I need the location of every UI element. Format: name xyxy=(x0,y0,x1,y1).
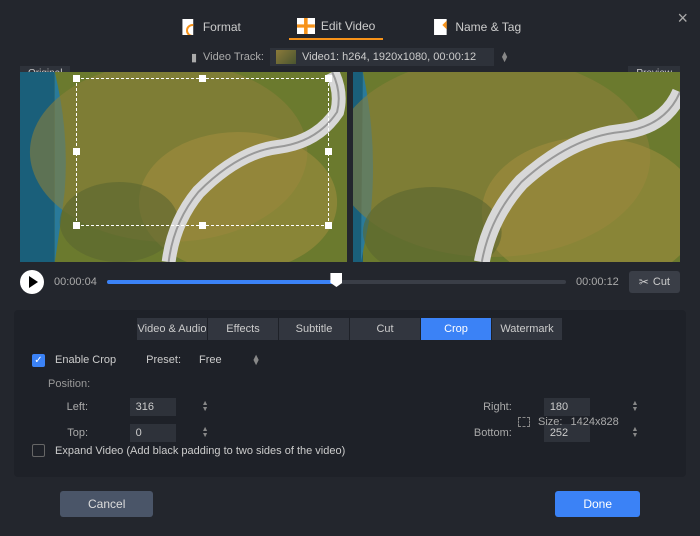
crop-handle-bl[interactable] xyxy=(73,222,80,229)
left-label: Left: xyxy=(48,401,88,413)
preset-label: Preset: xyxy=(146,354,181,366)
tab-name-tag[interactable]: Name & Tag xyxy=(423,14,529,40)
right-label: Right: xyxy=(472,401,512,413)
expand-video-label: Expand Video (Add black padding to two s… xyxy=(55,445,345,457)
select-arrows-icon: ▲▼ xyxy=(252,355,261,365)
preview-row: Original Preview xyxy=(0,72,700,262)
top-tabs: Format Edit Video Name & Tag xyxy=(0,0,700,48)
tab-format-label: Format xyxy=(203,20,241,34)
tab-edit-video[interactable]: Edit Video xyxy=(289,14,384,40)
original-video-pane xyxy=(20,72,347,262)
size-icon xyxy=(518,417,530,427)
preview-frame xyxy=(353,72,680,262)
cut-button[interactable]: ✂ Cut xyxy=(629,271,680,293)
close-icon[interactable]: × xyxy=(677,8,688,29)
name-tag-icon xyxy=(431,19,449,35)
crop-handle-tm[interactable] xyxy=(199,75,206,82)
cancel-button[interactable]: Cancel xyxy=(60,491,153,517)
video-track-thumb xyxy=(276,50,296,64)
right-spinner[interactable]: ▲▼ xyxy=(631,401,668,413)
enable-crop-label: Enable Crop xyxy=(55,354,116,366)
top-input[interactable] xyxy=(130,424,176,442)
sub-tab-video-audio[interactable]: Video & Audio xyxy=(137,318,208,340)
timeline-fill xyxy=(107,280,337,284)
duration: 00:00:12 xyxy=(576,276,619,288)
play-button[interactable] xyxy=(20,270,44,294)
edit-video-icon xyxy=(297,18,315,34)
left-input[interactable] xyxy=(130,398,176,416)
bottom-label: Bottom: xyxy=(472,427,512,439)
timeline-handle[interactable] xyxy=(330,273,342,287)
select-arrows-icon[interactable]: ▲▼ xyxy=(500,52,509,62)
sub-tab-crop[interactable]: Crop xyxy=(421,318,492,340)
video-track-value: Video1: h264, 1920x1080, 00:00:12 xyxy=(302,51,476,63)
top-spinner[interactable]: ▲▼ xyxy=(202,427,239,439)
sub-tab-cut[interactable]: Cut xyxy=(350,318,421,340)
video-track-label: Video Track: xyxy=(203,51,264,63)
timeline-slider[interactable] xyxy=(107,280,566,284)
crop-handle-ml[interactable] xyxy=(73,148,80,155)
enable-crop-checkbox[interactable]: ✓ xyxy=(32,354,45,367)
play-icon xyxy=(29,276,38,288)
scissors-icon: ✂ xyxy=(639,275,649,289)
preset-value: Free xyxy=(199,354,222,366)
top-label: Top: xyxy=(48,427,88,439)
crop-handle-bm[interactable] xyxy=(199,222,206,229)
tab-name-label: Name & Tag xyxy=(455,20,521,34)
expand-video-checkbox[interactable] xyxy=(32,444,45,457)
bottom-spinner[interactable]: ▲▼ xyxy=(631,427,668,439)
size-label: Size: xyxy=(538,416,562,428)
video-track-select[interactable]: Video1: h264, 1920x1080, 00:00:12 xyxy=(270,48,494,66)
crop-handle-tr[interactable] xyxy=(325,75,332,82)
edit-video-dialog: × Format Edit Video Name & Tag ▮ Video T… xyxy=(0,0,700,536)
tab-format[interactable]: Format xyxy=(171,14,249,40)
cut-label: Cut xyxy=(653,276,670,288)
format-icon xyxy=(179,19,197,35)
crop-handle-br[interactable] xyxy=(325,222,332,229)
sub-tab-subtitle[interactable]: Subtitle xyxy=(279,318,350,340)
crop-handle-tl[interactable] xyxy=(73,75,80,82)
sub-tab-effects[interactable]: Effects xyxy=(208,318,279,340)
crop-selection[interactable] xyxy=(76,78,329,226)
position-label: Position: xyxy=(48,378,668,390)
done-button[interactable]: Done xyxy=(555,491,640,517)
footer: Cancel Done xyxy=(0,477,700,517)
position-block: Position: Left: ▲▼ Right: ▲▼ Top: ▲▼ Bot… xyxy=(32,378,668,454)
sub-tabs: Video & Audio Effects Subtitle Cut Crop … xyxy=(14,310,686,340)
sub-tab-watermark[interactable]: Watermark xyxy=(492,318,563,340)
tab-edit-label: Edit Video xyxy=(321,19,376,33)
preview-video-pane xyxy=(353,72,680,262)
film-icon: ▮ xyxy=(191,51,197,64)
right-input[interactable] xyxy=(544,398,590,416)
size-value: 1424x828 xyxy=(570,416,618,428)
player-bar: 00:00:04 00:00:12 ✂ Cut xyxy=(0,262,700,306)
left-spinner[interactable]: ▲▼ xyxy=(202,401,239,413)
video-track-bar: ▮ Video Track: Video1: h264, 1920x1080, … xyxy=(0,48,700,72)
crop-handle-mr[interactable] xyxy=(325,148,332,155)
preset-select[interactable]: Free ▲▼ xyxy=(191,352,269,368)
crop-settings: ✓ Enable Crop Preset: Free ▲▼ Position: … xyxy=(14,340,686,457)
settings-panel: Video & Audio Effects Subtitle Cut Crop … xyxy=(14,310,686,477)
current-time: 00:00:04 xyxy=(54,276,97,288)
